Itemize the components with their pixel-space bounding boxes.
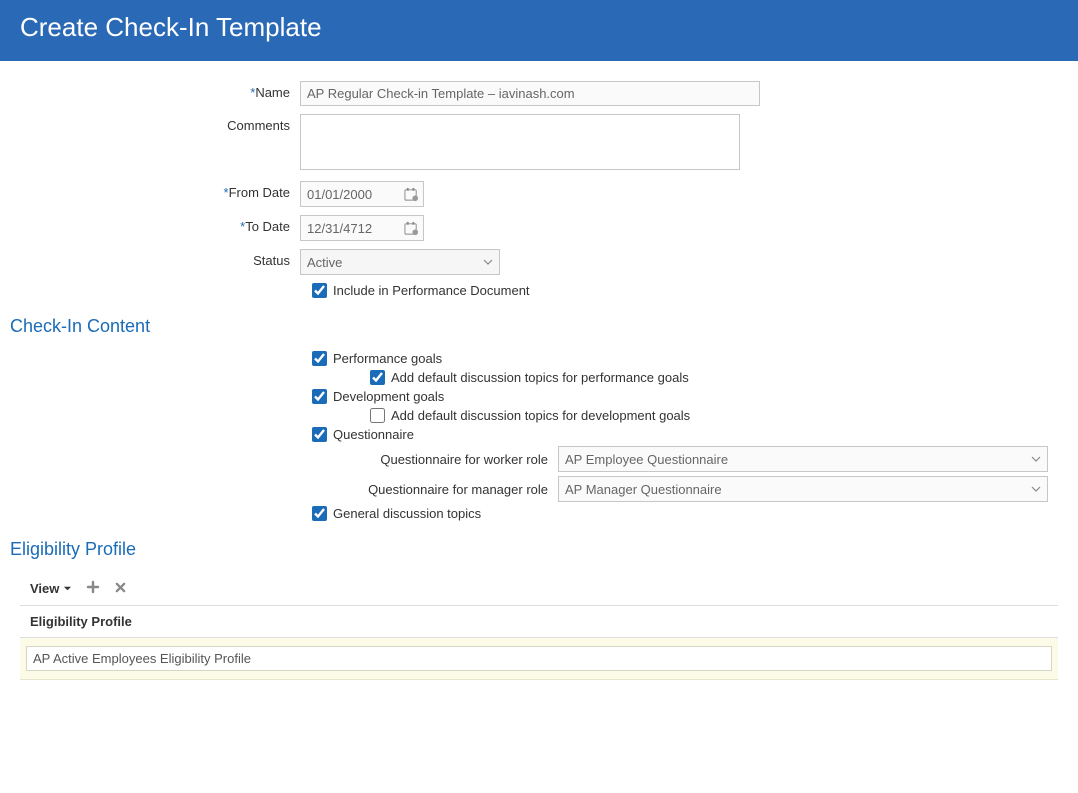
q-manager-label: Questionnaire for manager role [10, 482, 558, 497]
section-eligibility-profile: Eligibility Profile [10, 539, 1068, 560]
dev-goals-default-label: Add default discussion topics for develo… [391, 408, 690, 423]
to-date-label: *To Date [10, 215, 300, 234]
chevron-down-icon [1031, 454, 1041, 464]
q-worker-value: AP Employee Questionnaire [565, 452, 728, 467]
comments-input[interactable] [300, 114, 740, 170]
table-row[interactable] [20, 638, 1058, 680]
questionnaire-label: Questionnaire [333, 427, 414, 442]
form-content: *Name Comments *From Date 01/01/2000 *To… [0, 61, 1078, 690]
view-menu-label: View [30, 581, 59, 596]
add-icon[interactable] [86, 580, 100, 597]
perf-goals-default-checkbox[interactable] [370, 370, 385, 385]
perf-goals-label: Performance goals [333, 351, 442, 366]
q-manager-value: AP Manager Questionnaire [565, 482, 722, 497]
q-manager-select[interactable]: AP Manager Questionnaire [558, 476, 1048, 502]
include-perf-doc-checkbox[interactable] [312, 283, 327, 298]
dev-goals-label: Development goals [333, 389, 444, 404]
from-date-label: *From Date [10, 181, 300, 200]
general-topics-label: General discussion topics [333, 506, 481, 521]
calendar-icon[interactable] [404, 187, 419, 202]
status-label: Status [10, 249, 300, 268]
chevron-down-icon [1031, 484, 1041, 494]
name-label: *Name [10, 81, 300, 100]
comments-label: Comments [10, 114, 300, 133]
from-date-value: 01/01/2000 [307, 187, 372, 202]
view-menu[interactable]: View [30, 581, 72, 596]
include-perf-doc-label: Include in Performance Document [333, 283, 530, 298]
eligibility-profile-input[interactable] [26, 646, 1052, 671]
general-topics-checkbox[interactable] [312, 506, 327, 521]
to-date-input[interactable]: 12/31/4712 [300, 215, 424, 241]
q-worker-label: Questionnaire for worker role [10, 452, 558, 467]
eligibility-toolbar: View [10, 574, 1068, 605]
name-input[interactable] [300, 81, 760, 106]
caret-down-icon [63, 584, 72, 593]
eligibility-col-header: Eligibility Profile [20, 606, 1058, 638]
perf-goals-checkbox[interactable] [312, 351, 327, 366]
status-value: Active [307, 255, 342, 270]
questionnaire-checkbox[interactable] [312, 427, 327, 442]
dev-goals-default-checkbox[interactable] [370, 408, 385, 423]
dev-goals-checkbox[interactable] [312, 389, 327, 404]
perf-goals-default-label: Add default discussion topics for perfor… [391, 370, 689, 385]
eligibility-table: Eligibility Profile [20, 605, 1058, 680]
page-title: Create Check-In Template [20, 12, 1058, 43]
remove-icon[interactable] [114, 581, 127, 597]
q-worker-select[interactable]: AP Employee Questionnaire [558, 446, 1048, 472]
calendar-icon[interactable] [404, 221, 419, 236]
from-date-input[interactable]: 01/01/2000 [300, 181, 424, 207]
page-header: Create Check-In Template [0, 0, 1078, 61]
to-date-value: 12/31/4712 [307, 221, 372, 236]
chevron-down-icon [483, 257, 493, 267]
section-checkin-content: Check-In Content [10, 316, 1068, 337]
status-select[interactable]: Active [300, 249, 500, 275]
